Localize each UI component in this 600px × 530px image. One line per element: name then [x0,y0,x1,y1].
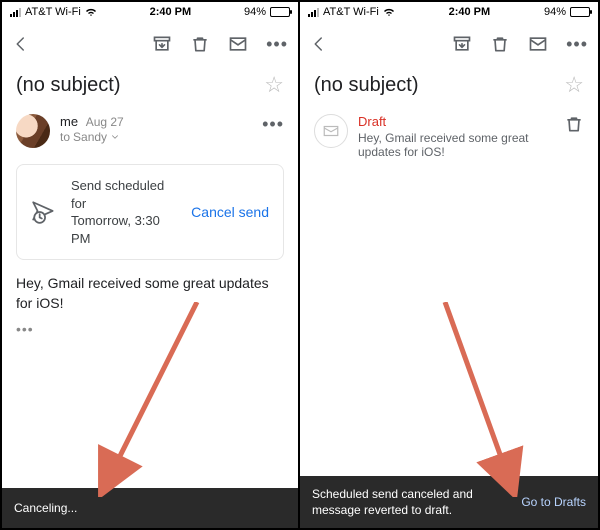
battery-icon [270,7,290,17]
trash-icon[interactable] [490,34,510,54]
star-icon[interactable]: ☆ [564,72,584,98]
snackbar-message: Scheduled send canceled and message reve… [312,486,521,518]
recipient-row[interactable]: to Sandy [60,130,252,144]
snackbar-action[interactable]: Go to Drafts [521,495,586,509]
scheduled-line1: Send scheduled for [71,177,177,212]
chevron-down-icon [110,132,120,142]
star-icon[interactable]: ☆ [264,72,284,98]
envelope-icon [322,122,340,140]
carrier-label: AT&T Wi-Fi [323,6,379,18]
back-icon[interactable] [310,35,328,53]
draft-avatar [314,114,348,148]
battery-icon [570,7,590,17]
mail-icon[interactable] [228,34,248,54]
subject-label: (no subject) [314,74,419,97]
wifi-icon [85,7,97,17]
clock-label: 2:40 PM [449,6,491,18]
mail-icon[interactable] [528,34,548,54]
delete-draft-icon[interactable] [564,114,584,134]
snackbar: Canceling... [2,488,298,528]
overflow-icon[interactable]: ••• [566,34,588,55]
archive-icon[interactable] [452,34,472,54]
cancel-send-button[interactable]: Cancel send [191,204,269,220]
back-icon[interactable] [12,35,30,53]
email-body: Hey, Gmail received some great updates f… [2,274,298,313]
snackbar-message: Canceling... [14,500,286,516]
clock-label: 2:40 PM [150,6,192,18]
draft-label: Draft [358,114,554,129]
overflow-icon[interactable]: ••• [266,34,288,55]
annotation-arrow [420,302,540,497]
send-scheduled-icon [31,199,57,225]
show-more-button[interactable]: ••• [2,313,298,345]
message-overflow-icon[interactable]: ••• [262,114,284,135]
trash-icon[interactable] [190,34,210,54]
signal-icon [10,8,21,17]
signal-icon [308,8,319,17]
wifi-icon [383,7,395,17]
sender-row[interactable]: me Aug 27 [60,114,252,129]
draft-preview: Hey, Gmail received some great updates f… [358,131,554,159]
subject-label: (no subject) [16,74,121,97]
avatar[interactable] [16,114,50,148]
sender-date: Aug 27 [86,115,124,129]
battery-pct-label: 94% [244,6,266,18]
status-bar: AT&T Wi-Fi 2:40 PM 94% [300,2,598,22]
battery-pct-label: 94% [544,6,566,18]
to-name: Sandy [73,130,107,144]
archive-icon[interactable] [152,34,172,54]
scheduled-send-card: Send scheduled for Tomorrow, 3:30 PM Can… [16,164,284,260]
scheduled-line2: Tomorrow, 3:30 PM [71,212,177,247]
to-prefix: to [60,130,70,144]
carrier-label: AT&T Wi-Fi [25,6,81,18]
email-toolbar: ••• [300,22,598,66]
email-toolbar: ••• [2,22,298,66]
sender-name: me [60,114,78,129]
status-bar: AT&T Wi-Fi 2:40 PM 94% [2,2,298,22]
snackbar: Scheduled send canceled and message reve… [300,476,598,528]
